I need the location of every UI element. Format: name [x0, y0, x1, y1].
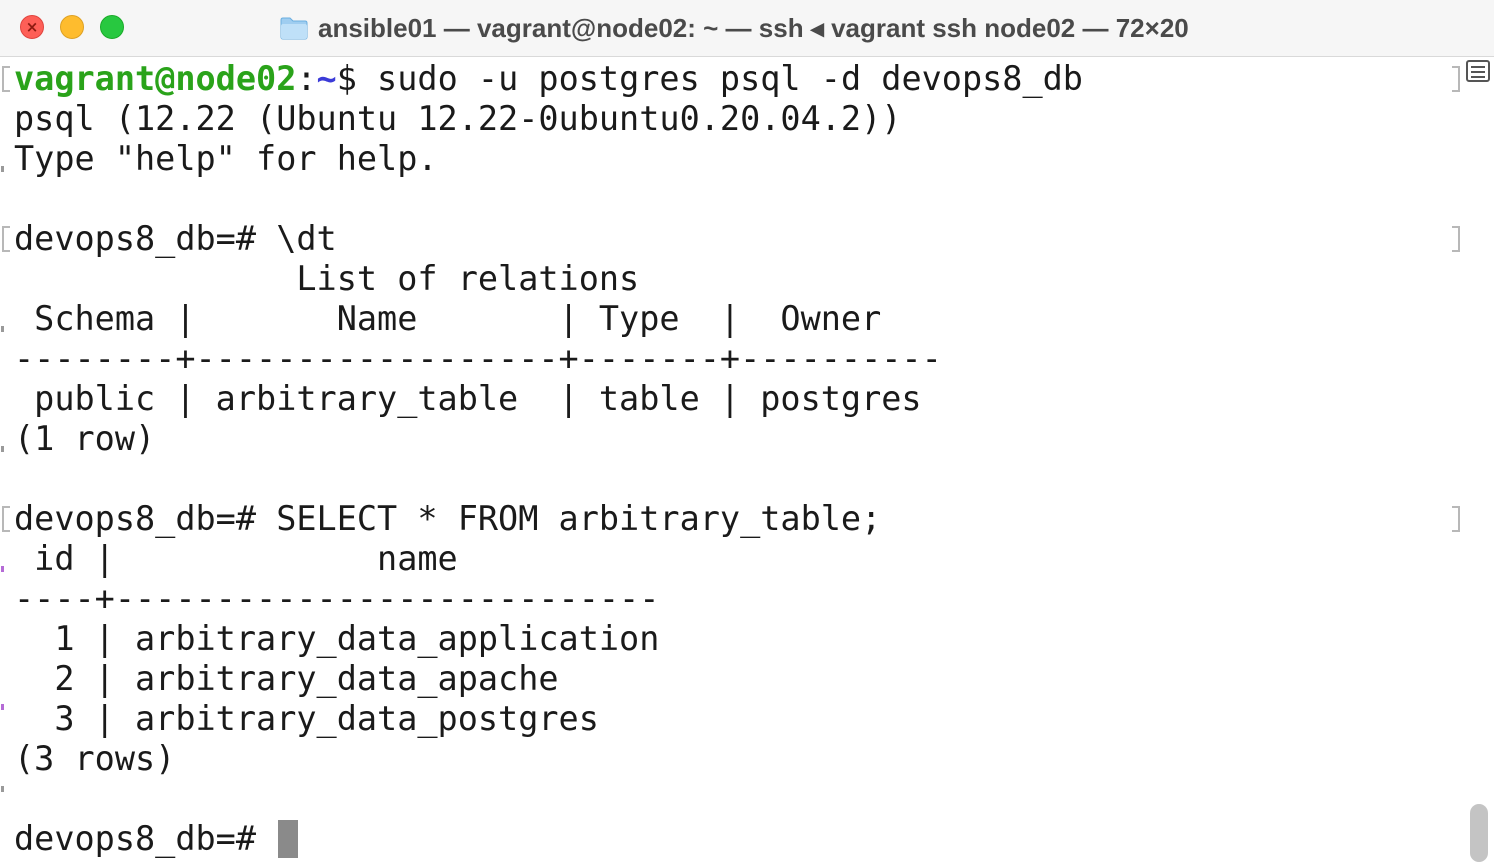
mark-bracket: [2, 506, 10, 532]
prompt-separator: :: [296, 59, 317, 98]
close-icon: ×: [25, 18, 39, 36]
terminal-line: 2 | arbitrary_data_apache: [14, 659, 559, 698]
terminal-line: Type "help" for help.: [14, 139, 438, 178]
title-bar[interactable]: × ansible01 — vagrant@node02: ~ — ssh ◂ …: [0, 0, 1494, 57]
terminal-line: ----+---------------------------: [14, 579, 660, 618]
folder-icon: [280, 17, 308, 40]
text-cursor: [278, 820, 299, 858]
line-mark: [1, 326, 4, 332]
terminal-line: List of relations: [14, 259, 640, 298]
terminal-line: Schema | Name | Type | Owner: [14, 299, 882, 338]
line-mark: [1, 566, 4, 572]
minimize-button[interactable]: [60, 15, 84, 39]
prompt-dollar: $: [336, 59, 357, 98]
terminal-window: ↖ × ansible01 — vagrant@node02: ~ — ssh …: [0, 0, 1494, 866]
line-mark: [1, 704, 4, 710]
terminal-line: --------+------------------+-------+----…: [14, 339, 942, 378]
terminal-line: devops8_db=#: [14, 819, 299, 859]
terminal-line: devops8_db=# SELECT * FROM arbitrary_tab…: [14, 499, 882, 538]
close-button[interactable]: ×: [20, 15, 44, 39]
window-title-group: ansible01 — vagrant@node02: ~ — ssh ◂ va…: [280, 12, 1189, 44]
terminal-line: (3 rows): [14, 739, 176, 778]
line-mark: [1, 446, 4, 452]
terminal-line: (1 row): [14, 419, 156, 458]
sidebar-toggle-icon[interactable]: [1466, 60, 1490, 82]
line-mark: [1, 166, 4, 172]
zoom-button[interactable]: [100, 15, 124, 39]
prompt-path: ~: [316, 59, 337, 98]
terminal-line: id | name: [14, 539, 458, 578]
terminal-line: vagrant@node02:~$ sudo -u postgres psql …: [14, 59, 1083, 99]
terminal-line: psql (12.22 (Ubuntu 12.22-0ubuntu0.20.04…: [14, 99, 902, 138]
terminal-line: 3 | arbitrary_data_postgres: [14, 699, 599, 738]
window-title: ansible01 — vagrant@node02: ~ — ssh ◂ va…: [318, 12, 1189, 43]
vertical-scrollbar[interactable]: [1470, 804, 1488, 862]
terminal-line: public | arbitrary_table | table | postg…: [14, 379, 922, 418]
command-text: sudo -u postgres psql -d devops8_db: [356, 59, 1083, 98]
current-prompt: devops8_db=#: [14, 819, 277, 858]
mark-bracket: [2, 66, 10, 92]
terminal-line: 1 | arbitrary_data_application: [14, 619, 660, 658]
prompt-user: vagrant@node02: [14, 59, 297, 98]
terminal-line: devops8_db=# \dt: [14, 219, 337, 258]
terminal-output[interactable]: vagrant@node02:~$ sudo -u postgres psql …: [14, 57, 1454, 866]
mark-bracket: [2, 226, 10, 252]
line-mark: [1, 786, 4, 792]
